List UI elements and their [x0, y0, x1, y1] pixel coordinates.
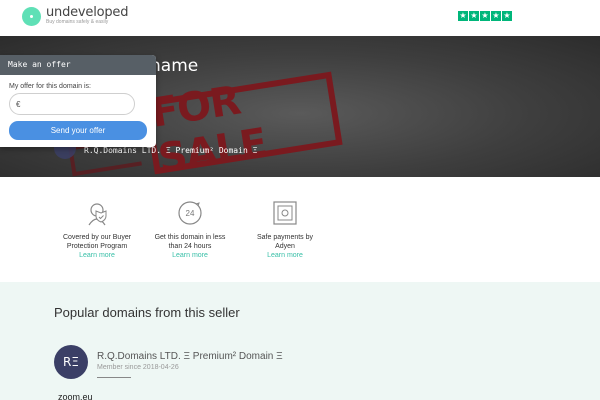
- secure-payment-icon: [271, 199, 299, 227]
- feature-text-line2: Adyen: [275, 243, 295, 250]
- svg-text:24: 24: [186, 209, 195, 218]
- logo-text[interactable]: undeveloped: [46, 5, 128, 20]
- features-section: Covered by our Buyer Protection Program …: [0, 177, 600, 282]
- seller-avatar[interactable]: RΞ: [54, 345, 88, 379]
- star-icon: ★: [491, 11, 501, 21]
- feature-text-line2: Protection Program: [66, 243, 128, 250]
- star-icon: ★: [480, 11, 490, 21]
- learn-more-link[interactable]: Learn more: [140, 251, 240, 260]
- send-offer-button[interactable]: Send your offer: [9, 121, 147, 140]
- domain-link[interactable]: zoom.eu: [58, 392, 93, 400]
- star-icon: ★: [458, 11, 468, 21]
- trustpilot-rating[interactable]: ★ ★ ★ ★ ★: [458, 11, 512, 21]
- feature-buyer-protection: Covered by our Buyer Protection Program …: [47, 199, 147, 260]
- 24-hours-icon: 24: [176, 199, 204, 227]
- member-since: Member since 2018-04-26: [97, 364, 179, 371]
- hero-seller-name[interactable]: R.Q.Domains LTD. Ξ Premium² Domain Ξ: [84, 146, 257, 155]
- logo-tagline: Buy domains safely & easily: [46, 19, 109, 25]
- euro-currency-icon: €: [16, 100, 21, 109]
- feature-text-line1: Covered by our Buyer: [62, 234, 132, 241]
- logo-icon[interactable]: [22, 7, 41, 26]
- feature-text-line2: than 24 hours: [168, 243, 212, 250]
- feature-text-line1: Safe payments by: [256, 234, 314, 241]
- learn-more-link[interactable]: Learn more: [47, 251, 147, 260]
- make-offer-panel: Make an offer My offer for this domain i…: [0, 55, 156, 147]
- star-icon: ★: [502, 11, 512, 21]
- feature-secure-payment: Safe payments by Adyen Learn more: [235, 199, 335, 260]
- learn-more-link[interactable]: Learn more: [235, 251, 335, 260]
- offer-amount-input[interactable]: [9, 93, 135, 115]
- offer-label: My offer for this domain is:: [9, 83, 91, 90]
- feature-text-line1: Get this domain in less: [154, 234, 226, 241]
- stamp-text: FOR SALE: [147, 77, 270, 177]
- star-icon: ★: [469, 11, 479, 21]
- buyer-protection-icon: [83, 199, 111, 227]
- popular-domains-section: Popular domains from this seller RΞ R.Q.…: [0, 282, 600, 400]
- feature-24-hours: 24 Get this domain in less than 24 hours…: [140, 199, 240, 260]
- divider: [97, 377, 131, 378]
- seller-name[interactable]: R.Q.Domains LTD. Ξ Premium² Domain Ξ: [97, 351, 283, 362]
- section-title: Popular domains from this seller: [54, 305, 240, 320]
- for-sale-stamp: FOR SALE: [143, 71, 343, 177]
- domain-title: name: [150, 56, 199, 76]
- site-header: undeveloped Buy domains safely & easily …: [0, 0, 600, 36]
- offer-heading: Make an offer: [0, 55, 156, 75]
